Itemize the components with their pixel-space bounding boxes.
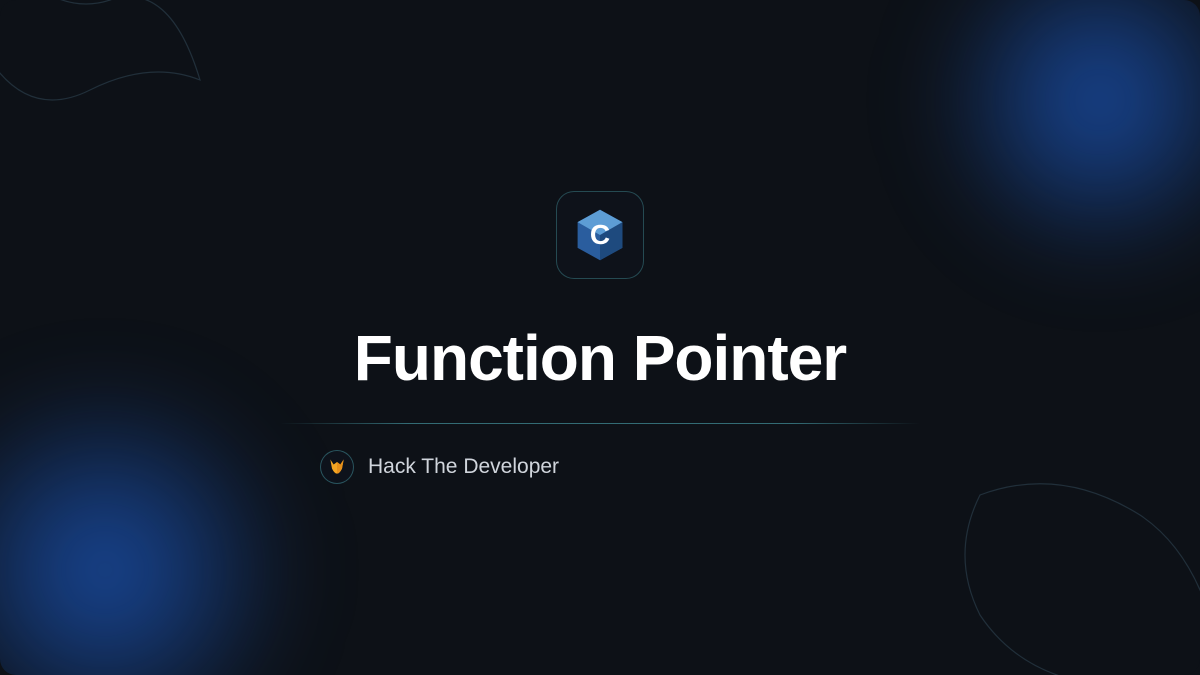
author-logo-icon — [320, 450, 354, 484]
divider-line — [280, 423, 920, 424]
language-icon-box: C — [556, 191, 644, 279]
hero-card: C Function Pointer Hack The Developer — [0, 0, 1200, 675]
author-row: Hack The Developer — [320, 450, 559, 484]
page-title: Function Pointer — [354, 321, 846, 395]
c-language-icon: C — [572, 207, 628, 263]
content-wrapper: C Function Pointer Hack The Developer — [0, 0, 1200, 675]
svg-text:C: C — [590, 219, 610, 250]
fox-icon — [327, 457, 347, 477]
author-name: Hack The Developer — [368, 455, 559, 479]
